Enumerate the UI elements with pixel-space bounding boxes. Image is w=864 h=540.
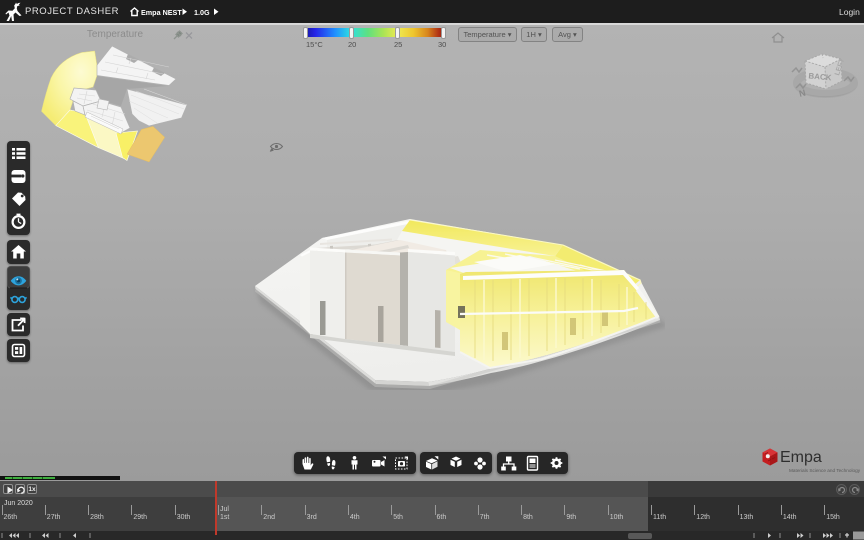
svg-text:1.0G: 1.0G [194, 8, 210, 17]
svg-text:Empa NEST: Empa NEST [141, 8, 182, 17]
